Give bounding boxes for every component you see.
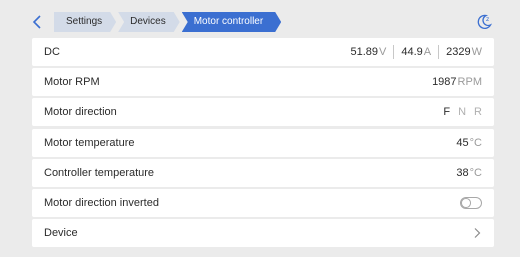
screen: Settings Devices Motor controller z DC 5… [0,0,520,257]
settings-list: DC 51.89 V 44.9 A 2329 W Motor RPM 1987 RPM … [32,38,494,249]
breadcrumb: Settings Devices Motor controller [54,12,283,32]
motor-direction-inverted-row[interactable]: Motor direction inverted [32,188,494,217]
chevron-left-icon [32,15,41,29]
motor-direction-label: Motor direction [44,106,117,119]
dc-voltage: 51.89 [350,46,379,58]
chevron-right-icon [474,228,481,239]
dc-voltage-unit: V [379,46,387,58]
dc-row: DC 51.89 V 44.9 A 2329 W [32,38,494,66]
controller-temperature-row: Controller temperature 38 °C [32,158,494,187]
motor-rpm-unit: RPM [457,76,482,89]
controller-temperature-unit: °C [469,166,482,179]
breadcrumb-motor-controller: Motor controller [182,12,281,32]
breadcrumb-settings[interactable]: Settings [54,12,116,32]
motor-rpm-label: Motor RPM [44,76,100,89]
device-chevron [472,227,482,239]
motor-direction-inverted-value [460,196,482,209]
dc-power-unit: W [471,46,482,58]
motor-temperature-label: Motor temperature [44,136,135,149]
theme-toggle-button[interactable]: z [472,10,496,34]
top-bar: Settings Devices Motor controller z [24,8,496,36]
motor-direction-inverted-switch[interactable] [460,196,482,209]
motor-direction-indicator: F N R [443,106,482,118]
divider [393,45,395,59]
dc-values: 51.89 V 44.9 A 2329 W [350,45,482,59]
direction-reverse: R [474,106,482,119]
motor-rpm-row: Motor RPM 1987 RPM [32,68,494,97]
motor-rpm-value-group: 1987 RPM [432,76,482,88]
motor-direction-inverted-label: Motor direction inverted [44,196,159,209]
direction-neutral: N [458,106,467,119]
motor-temperature-row: Motor temperature 45 °C [32,128,494,157]
dc-current-unit: A [423,46,432,58]
motor-temperature-unit: °C [469,136,482,149]
motor-temperature-value: 45 [456,136,469,149]
divider [438,45,440,59]
direction-forward: F [443,106,451,119]
controller-temperature-value: 38 [456,166,469,179]
dc-current: 44.9 [401,46,423,58]
dc-label: DC [44,46,60,58]
device-label: Device [44,227,78,240]
dc-power: 2329 [446,46,471,58]
svg-text:z: z [486,16,489,23]
back-button[interactable] [24,9,50,35]
controller-temperature-value-group: 38 °C [456,167,482,179]
controller-temperature-label: Controller temperature [44,166,155,179]
motor-rpm-value: 1987 [432,76,457,89]
device-row[interactable]: Device [32,219,494,248]
motor-temperature-value-group: 45 °C [456,137,482,149]
moon-icon: z [477,14,493,29]
motor-direction-row: Motor direction F N R [32,98,494,127]
breadcrumb-devices[interactable]: Devices [118,12,180,32]
